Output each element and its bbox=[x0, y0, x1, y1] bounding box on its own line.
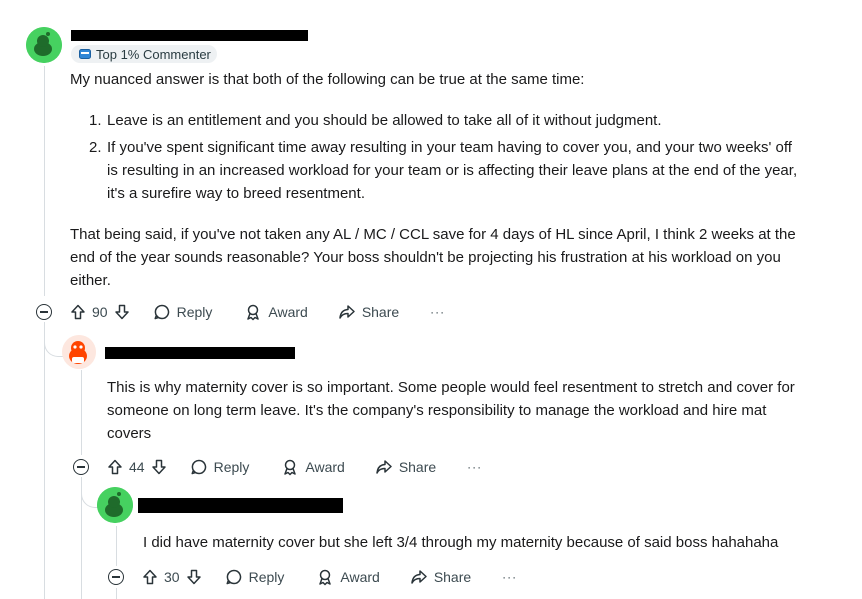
vote-count: 90 bbox=[92, 304, 108, 320]
share-icon bbox=[376, 460, 392, 474]
thread-connector-3 bbox=[81, 477, 98, 508]
reply-icon bbox=[191, 459, 206, 475]
share-button[interactable]: Share bbox=[338, 303, 399, 321]
snoo-avatar bbox=[26, 27, 62, 63]
thread-line-mid bbox=[81, 480, 82, 599]
share-label: Share bbox=[433, 569, 472, 585]
reply-icon bbox=[154, 304, 169, 320]
comment-actions: 90 Reply Award Share ··· bbox=[36, 300, 445, 324]
badge-label: Top 1% Commenter bbox=[96, 46, 211, 62]
reply-label: Reply bbox=[248, 569, 285, 585]
comment-line: someone on long term leave. It's the com… bbox=[107, 402, 767, 419]
share-label: Share bbox=[361, 304, 400, 320]
more-icon[interactable]: ··· bbox=[467, 460, 482, 474]
thread-connector-2 bbox=[44, 322, 63, 357]
share-label: Share bbox=[398, 459, 437, 475]
share-button[interactable]: Share bbox=[410, 568, 471, 586]
list-item: 1. Leave is an entitlement and you shoul… bbox=[89, 109, 840, 132]
closing-line: That being said, if you've not taken any… bbox=[70, 226, 796, 243]
vote-count: 30 bbox=[164, 569, 180, 585]
list-text: Leave is an entitlement and you should b… bbox=[107, 112, 662, 129]
award-icon bbox=[284, 459, 297, 476]
comment-list: 1. Leave is an entitlement and you shoul… bbox=[89, 109, 840, 205]
avatar[interactable] bbox=[62, 335, 96, 369]
avatar[interactable] bbox=[97, 487, 133, 523]
more-icon[interactable]: ··· bbox=[502, 570, 517, 584]
thread-line-3[interactable] bbox=[116, 526, 117, 566]
award-button[interactable]: Award bbox=[244, 303, 308, 321]
comment-intro: My nuanced answer is that both of the fo… bbox=[70, 71, 585, 88]
comment-line: I did have maternity cover but she left … bbox=[143, 534, 779, 551]
collapse-icon[interactable] bbox=[36, 304, 52, 320]
reply-button[interactable]: Reply bbox=[190, 458, 250, 476]
upvote-icon[interactable] bbox=[107, 459, 123, 475]
list-text: is resulting in an increased workload fo… bbox=[107, 162, 798, 179]
closing-line: either. bbox=[70, 272, 111, 289]
closing-line: end of the year sounds reasonable? Your … bbox=[70, 249, 781, 266]
reply-label: Reply bbox=[176, 304, 213, 320]
thread-line-outer bbox=[44, 330, 45, 599]
award-label: Award bbox=[305, 459, 345, 475]
upvote-icon[interactable] bbox=[142, 569, 158, 585]
more-icon[interactable]: ··· bbox=[430, 305, 445, 319]
downvote-icon[interactable] bbox=[114, 304, 130, 320]
comment-body: My nuanced answer is that both of the fo… bbox=[70, 68, 840, 292]
share-icon bbox=[411, 570, 427, 584]
share-icon bbox=[339, 305, 355, 319]
commenter-badge: Top 1% Commenter bbox=[71, 45, 217, 63]
list-text: If you've spent significant time away re… bbox=[107, 139, 792, 156]
reply-label: Reply bbox=[213, 459, 250, 475]
vote-count: 44 bbox=[129, 459, 145, 475]
thread-line-inner bbox=[116, 588, 117, 599]
award-label: Award bbox=[268, 304, 308, 320]
redacted-username bbox=[105, 347, 295, 359]
collapse-icon[interactable] bbox=[108, 569, 124, 585]
vote-group: 44 bbox=[107, 459, 167, 475]
snoo-avatar bbox=[62, 335, 96, 369]
vote-group: 90 bbox=[70, 304, 130, 320]
thread-line-1[interactable] bbox=[44, 66, 45, 296]
comment-actions: 30 Reply Award Share ··· bbox=[108, 565, 517, 589]
list-number: 2. bbox=[89, 139, 102, 156]
award-icon bbox=[247, 304, 260, 321]
upvote-icon[interactable] bbox=[70, 304, 86, 320]
list-item: 2. If you've spent significant time away… bbox=[89, 136, 840, 205]
reply-button[interactable]: Reply bbox=[225, 568, 285, 586]
comment-actions: 44 Reply Award Share ··· bbox=[73, 455, 482, 479]
collapse-icon[interactable] bbox=[73, 459, 89, 475]
share-button[interactable]: Share bbox=[375, 458, 436, 476]
avatar[interactable] bbox=[26, 27, 62, 63]
comment-line: covers bbox=[107, 425, 152, 442]
comment-line: This is why maternity cover is so import… bbox=[107, 379, 795, 396]
vote-group: 30 bbox=[142, 569, 202, 585]
thread-line-2[interactable] bbox=[81, 370, 82, 455]
comment-body: This is why maternity cover is so import… bbox=[107, 376, 847, 445]
reply-button[interactable]: Reply bbox=[153, 303, 213, 321]
award-button[interactable]: Award bbox=[316, 568, 380, 586]
badge-icon bbox=[79, 49, 91, 59]
comment-closing: That being said, if you've not taken any… bbox=[70, 223, 840, 292]
award-button[interactable]: Award bbox=[281, 458, 345, 476]
reply-icon bbox=[226, 569, 241, 585]
downvote-icon[interactable] bbox=[151, 459, 167, 475]
downvote-icon[interactable] bbox=[186, 569, 202, 585]
redacted-username bbox=[138, 498, 343, 513]
snoo-avatar bbox=[97, 487, 133, 523]
award-icon bbox=[319, 569, 332, 586]
redacted-username bbox=[71, 30, 308, 41]
list-number: 1. bbox=[89, 112, 102, 129]
comment-body: I did have maternity cover but she left … bbox=[143, 531, 843, 554]
award-label: Award bbox=[340, 569, 380, 585]
list-text: it's a surefire way to breed resentment. bbox=[107, 185, 365, 202]
